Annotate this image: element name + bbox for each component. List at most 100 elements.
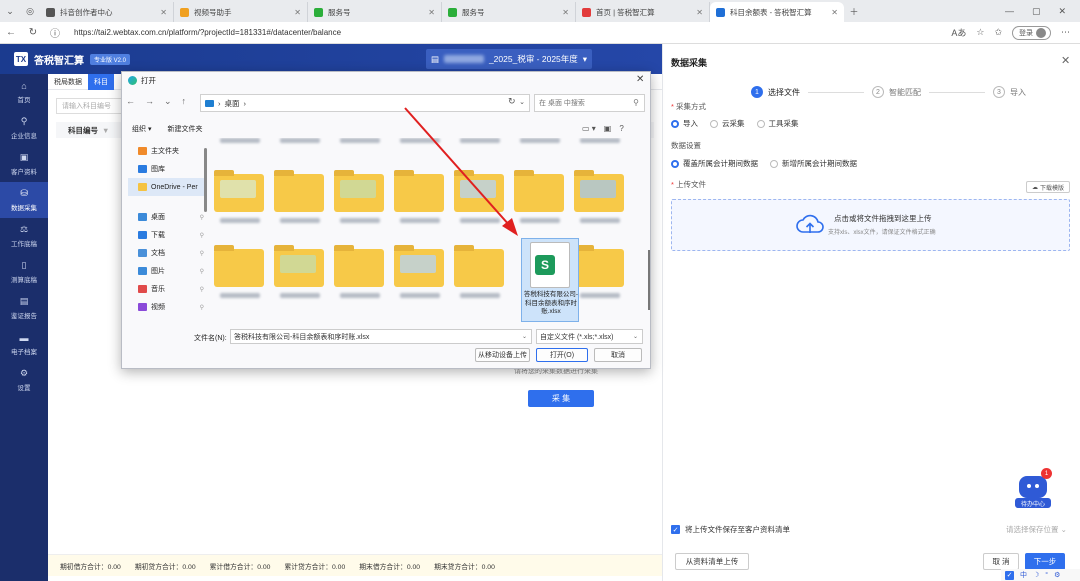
browser-tab[interactable]: 服务号 ✕: [308, 2, 442, 22]
tray-icon[interactable]: ⚙: [1054, 571, 1060, 579]
sidebar-item[interactable]: ⛁ 数据采集: [0, 182, 48, 218]
radio-option[interactable]: 覆盖所属会计期间数据: [671, 158, 758, 169]
refresh-icon[interactable]: ↻: [508, 96, 516, 107]
maximize-icon[interactable]: ▢: [1032, 6, 1041, 17]
tab-close-icon[interactable]: ✕: [428, 8, 435, 17]
radio-option[interactable]: 导入: [671, 118, 698, 129]
radio-option[interactable]: 工具采集: [756, 118, 799, 129]
folder-item[interactable]: [572, 168, 626, 248]
path-dropdown-icon[interactable]: ⌄: [519, 98, 525, 106]
nav-pane-item[interactable]: 桌面 ⚲: [128, 208, 206, 226]
sidebar-item[interactable]: ⚖ 工作底稿: [0, 218, 48, 254]
selected-xlsx-file[interactable]: S 答税科技有限公司-科目余额表和序时账.xlsx: [521, 238, 579, 322]
nav-pane-item[interactable]: 音乐 ⚲: [128, 280, 206, 298]
recent-chevron-icon[interactable]: ⌄: [164, 96, 172, 107]
file-type-select[interactable]: 自定义文件 (*.xls;*.xlsx) ⌄: [536, 329, 643, 344]
nav-pane-item[interactable]: 视频 ⚲: [128, 298, 206, 316]
save-location-select[interactable]: 请选择保存位置 ⌄: [1006, 524, 1067, 535]
sidebar-item[interactable]: ⚙ 设置: [0, 362, 48, 398]
folder-item[interactable]: [512, 168, 566, 248]
browser-tab[interactable]: 视频号助手 ✕: [174, 2, 308, 22]
folder-item[interactable]: [272, 168, 326, 248]
collect-button[interactable]: 采 集: [528, 390, 594, 407]
more-icon[interactable]: ⋯: [1061, 27, 1070, 38]
filter-icon[interactable]: ▼: [102, 126, 109, 135]
cancel-button[interactable]: 取 消: [983, 553, 1019, 570]
forward-arrow-icon[interactable]: →: [145, 96, 154, 107]
dialog-close-icon[interactable]: ✕: [636, 74, 644, 85]
download-template-button[interactable]: ☁ 下载模版: [1026, 181, 1070, 193]
tray-icon[interactable]: °: [1045, 572, 1048, 579]
folder-item[interactable]: [572, 243, 626, 323]
translate-icon[interactable]: Aあ: [951, 26, 966, 39]
radio-icon[interactable]: [756, 119, 765, 128]
radio-option[interactable]: 新增所属会计期间数据: [770, 158, 857, 169]
tray-icon[interactable]: 中: [1020, 570, 1027, 580]
sidebar-item[interactable]: ⚲ 企业信息: [0, 110, 48, 146]
nav-pane-item[interactable]: OneDrive - Per: [128, 178, 206, 196]
workspace-icon[interactable]: ◎: [20, 2, 40, 20]
favorites-icon[interactable]: ✩: [994, 27, 1002, 38]
nav-pane-item[interactable]: 下载 ⚲: [128, 226, 206, 244]
upload-from-list-button[interactable]: 从资料清单上传: [675, 553, 749, 570]
browser-tab[interactable]: 科目余额表 - 答税智汇算 ✕: [710, 2, 844, 22]
sidebar-item[interactable]: ▤ 鉴证报告: [0, 290, 48, 326]
folder-item[interactable]: [392, 243, 446, 323]
next-step-button[interactable]: 下一步: [1025, 553, 1065, 570]
tab-close-icon[interactable]: ✕: [562, 8, 569, 17]
back-arrow-icon[interactable]: ←: [126, 96, 135, 107]
browser-tab[interactable]: 抖音创作者中心 ✕: [40, 2, 174, 22]
nav-pane-item[interactable]: 文档 ⚲: [128, 244, 206, 262]
folder-item[interactable]: [272, 243, 326, 323]
new-tab-button[interactable]: ＋: [844, 2, 864, 20]
path-segment[interactable]: 桌面: [225, 98, 240, 109]
open-button[interactable]: 打开(O): [536, 348, 588, 362]
dialog-search-input[interactable]: 在 桌面 中搜索 ⚲: [534, 94, 645, 112]
nav-pane-item[interactable]: 主文件夹: [128, 142, 206, 160]
folder-item[interactable]: [332, 168, 386, 248]
file-scrollbar[interactable]: [648, 250, 650, 310]
upload-from-device-button[interactable]: 从移动设备上传: [475, 348, 530, 362]
sidebar-item[interactable]: ▯ 测算底稿: [0, 254, 48, 290]
preview-pane-icon[interactable]: ▣: [604, 124, 612, 133]
checkbox-checked-icon[interactable]: ✓: [671, 525, 680, 534]
radio-icon[interactable]: [710, 119, 718, 128]
folder-item[interactable]: [392, 168, 446, 248]
close-window-icon[interactable]: ✕: [1058, 6, 1066, 17]
nav-pane-item[interactable]: 图片 ⚲: [128, 262, 206, 280]
folder-item[interactable]: [452, 168, 506, 248]
tab-menu-icon[interactable]: ⌄: [0, 2, 20, 20]
close-icon[interactable]: ✕: [1061, 54, 1070, 67]
nav-pane-item[interactable]: 图库: [128, 160, 206, 178]
radio-icon[interactable]: [671, 119, 679, 128]
folder-item[interactable]: [212, 168, 266, 248]
sidebar-item[interactable]: ▬ 电子档案: [0, 326, 48, 362]
new-folder-button[interactable]: 新建文件夹: [167, 124, 202, 134]
back-icon[interactable]: ←: [0, 27, 22, 38]
tab-close-icon[interactable]: ✕: [696, 8, 703, 17]
site-info-icon[interactable]: ⓘ: [44, 25, 66, 40]
tab-close-icon[interactable]: ✕: [831, 8, 838, 17]
minimize-icon[interactable]: —: [1005, 6, 1014, 17]
help-icon[interactable]: ?: [619, 124, 623, 133]
tab-close-icon[interactable]: ✕: [160, 8, 167, 17]
up-arrow-icon[interactable]: ↑: [182, 96, 187, 107]
upload-dropzone[interactable]: 点击或将文件拖拽到这里上传 支持xls、xlsx文件，请保证文件格式正确: [671, 199, 1070, 251]
browser-tab[interactable]: 首页 | 答税智汇算 ✕: [576, 2, 710, 22]
view-mode-icon[interactable]: ▭ ▾: [582, 124, 596, 133]
subtab[interactable]: 科目: [88, 73, 114, 90]
radio-icon[interactable]: [671, 159, 679, 168]
filename-input[interactable]: 答税科技有限公司-科目余额表和序时账.xlsx ⌄: [230, 329, 532, 344]
tray-icon[interactable]: ☽: [1033, 571, 1039, 579]
sidebar-item[interactable]: ⌂ 首页: [0, 74, 48, 110]
nav-scrollbar[interactable]: [204, 148, 207, 212]
reload-icon[interactable]: ↻: [22, 27, 44, 38]
tab-close-icon[interactable]: ✕: [294, 8, 301, 17]
sidebar-item[interactable]: ▣ 客户资料: [0, 146, 48, 182]
folder-item[interactable]: [212, 243, 266, 323]
todo-assistant[interactable]: 1 待办中心: [1015, 468, 1052, 512]
radio-option[interactable]: 云采集: [710, 118, 745, 129]
bookmark-icon[interactable]: ☆: [976, 27, 984, 38]
folder-item[interactable]: [332, 243, 386, 323]
browser-tab[interactable]: 服务号 ✕: [442, 2, 576, 22]
